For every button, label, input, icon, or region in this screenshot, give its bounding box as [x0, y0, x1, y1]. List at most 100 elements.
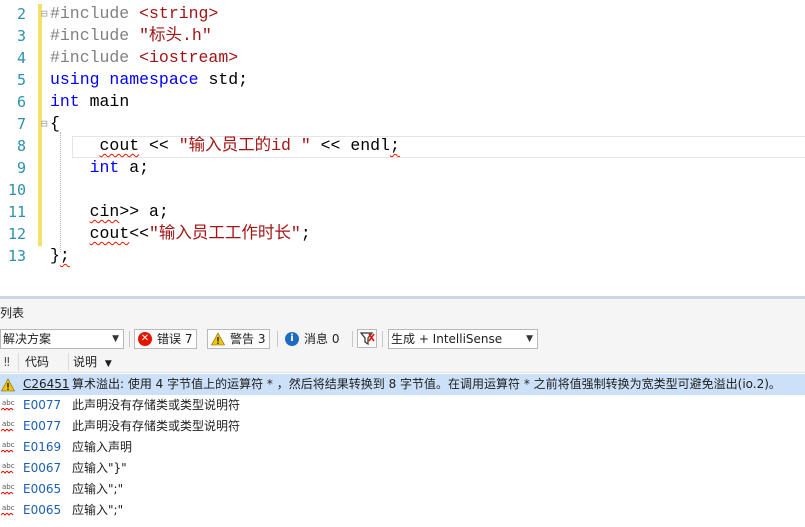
line-number: 6 — [16, 93, 26, 111]
code-token: << endl — [310, 136, 390, 155]
error-row[interactable]: abc E0067 应输入"}" — [0, 458, 805, 479]
error-description: 应输入";" — [72, 482, 124, 496]
code-text[interactable]: int main — [50, 91, 129, 113]
code-text[interactable]: cout<<"输入员工工作时长"; — [50, 223, 311, 245]
code-text[interactable]: using namespace std; — [50, 69, 248, 91]
code-token: main — [79, 92, 130, 111]
error-row[interactable]: abc E0077 此声明没有存储类或类型说明符 — [0, 416, 805, 437]
code-line[interactable]: 4 #include <iostream> — [0, 47, 805, 69]
code-line[interactable]: 10 — [0, 179, 805, 201]
toolbar-separator — [352, 331, 353, 347]
code-line[interactable]: 7 ⊟{ — [0, 113, 805, 135]
error-code-link[interactable]: E0065 — [23, 500, 61, 521]
scope-selector[interactable]: 解决方案 ▼ — [0, 329, 124, 349]
code-line[interactable]: 11 cin>> a; — [0, 201, 805, 223]
toolbar-separator — [382, 331, 383, 347]
collapse-toggle-icon[interactable]: ⊟ — [41, 113, 50, 135]
description-column-header[interactable]: 说明 ▼ — [73, 351, 112, 373]
code-token: #include — [50, 48, 140, 67]
messages-filter-button[interactable]: i 消息 0 — [281, 329, 344, 349]
code-token: std; — [198, 70, 249, 89]
error-list-panel: 列表 解决方案 ▼ ✕ 错误 7 警告 3 i 消息 0 生成 + Intell… — [0, 296, 805, 527]
column-divider — [18, 353, 19, 371]
code-text[interactable]: cin>> a; — [50, 201, 169, 223]
code-token: #include — [50, 4, 140, 23]
error-row[interactable]: abc E0065 应输入";" — [0, 479, 805, 500]
errors-filter-label: 错误 7 — [157, 332, 193, 346]
build-filter-selector[interactable]: 生成 + IntelliSense ▼ — [388, 329, 538, 349]
code-line[interactable]: 6 int main — [0, 91, 805, 113]
line-number: 4 — [16, 49, 26, 67]
code-token: } — [50, 246, 60, 265]
line-number: 8 — [16, 137, 26, 155]
build-filter-value: 生成 + IntelliSense — [391, 332, 503, 346]
error-code-link[interactable]: E0077 — [23, 395, 61, 416]
code-column-header[interactable]: 代码 — [25, 351, 49, 373]
filter-icon[interactable] — [357, 329, 377, 348]
intellisense-error-icon: abc — [1, 482, 15, 497]
warning-icon — [210, 332, 226, 346]
code-line[interactable]: 3 #include "标头.h" — [0, 25, 805, 47]
code-line[interactable]: 8 cout << "输入员工的id " << endl; — [0, 135, 805, 157]
error-code-link[interactable]: E0169 — [23, 437, 61, 458]
info-icon: i — [285, 332, 299, 346]
line-number: 5 — [16, 71, 26, 89]
panel-title: 列表 — [0, 306, 25, 320]
error-list: ‼ 代码 说明 ▼ C26451 算术溢出: 使用 4 字节值上的运算符 * ，然… — [0, 351, 805, 527]
code-line[interactable]: 13}; — [0, 245, 805, 267]
code-token: int — [89, 158, 120, 177]
line-number: 9 — [16, 159, 26, 177]
error-description: 应输入"}" — [72, 461, 127, 475]
code-editor[interactable]: 2 ⊟ #include <string> 3 #include "标头.h" 4 #inc… — [0, 0, 805, 296]
description-column-label: 说明 — [73, 355, 98, 369]
errors-filter-button[interactable]: ✕ 错误 7 — [134, 329, 198, 349]
code-token: >> a; — [119, 202, 169, 221]
error-row[interactable]: C26451 算术溢出: 使用 4 字节值上的运算符 * ，然后将结果转换到 8 … — [0, 374, 805, 395]
error-squiggle-token: ; — [59, 246, 70, 265]
severity-column-header[interactable]: ‼ — [4, 351, 18, 373]
code-line[interactable]: 9 int a; — [0, 157, 805, 179]
code-text[interactable]: }; — [50, 245, 70, 267]
intellisense-error-icon: abc — [1, 419, 15, 434]
code-text[interactable]: #include "标头.h" — [50, 25, 212, 47]
error-list-toolbar: 解决方案 ▼ ✕ 错误 7 警告 3 i 消息 0 生成 + IntelliSe… — [0, 326, 805, 350]
code-line[interactable]: 12 cout<<"输入员工工作时长"; — [0, 223, 805, 245]
error-row[interactable]: abc E0169 应输入声明 — [0, 437, 805, 458]
code-line[interactable]: 2 ⊟ #include <string> — [0, 3, 805, 25]
code-token: namespace — [109, 70, 199, 89]
code-token: using — [50, 70, 100, 89]
sort-chevron-icon: ▼ — [104, 359, 112, 369]
error-squiggle-token: ; — [389, 136, 400, 155]
error-code-link[interactable]: C26451 — [23, 374, 70, 395]
error-list-header: ‼ 代码 说明 ▼ — [0, 351, 805, 373]
error-code-link[interactable]: E0065 — [23, 479, 61, 500]
error-row[interactable]: abc E0077 此声明没有存储类或类型说明符 — [0, 395, 805, 416]
code-token: #include — [50, 26, 140, 45]
code-text[interactable]: cout << "输入员工的id " << endl; — [50, 135, 400, 157]
warnings-filter-button[interactable]: 警告 3 — [207, 329, 271, 349]
intellisense-error-icon: abc — [1, 398, 15, 413]
code-text[interactable]: int a; — [50, 157, 149, 179]
error-row[interactable]: abc E0065 应输入";" — [0, 500, 805, 521]
code-token: << — [139, 136, 179, 155]
code-text[interactable]: { — [50, 113, 60, 135]
code-text[interactable]: #include <string> — [50, 3, 218, 25]
error-description: 应输入";" — [72, 503, 124, 517]
error-description: 算术溢出: 使用 4 字节值上的运算符 * ，然后将结果转换到 8 字节值。在调… — [72, 377, 781, 391]
code-token: a; — [119, 158, 150, 177]
line-number: 2 — [16, 5, 26, 23]
error-squiggle-token: cout — [89, 224, 130, 243]
code-text[interactable]: #include <iostream> — [50, 47, 238, 69]
error-squiggle-token: cout — [99, 136, 140, 155]
toolbar-separator — [277, 331, 278, 347]
code-token: << — [129, 224, 150, 243]
error-code-link[interactable]: E0077 — [23, 416, 61, 437]
toolbar-separator — [129, 331, 130, 347]
code-line[interactable]: 5 using namespace std; — [0, 69, 805, 91]
code-token: <string> — [139, 4, 219, 23]
code-token: { — [50, 114, 60, 133]
collapse-toggle-icon[interactable]: ⊟ — [41, 3, 50, 25]
error-code-link[interactable]: E0067 — [23, 458, 61, 479]
